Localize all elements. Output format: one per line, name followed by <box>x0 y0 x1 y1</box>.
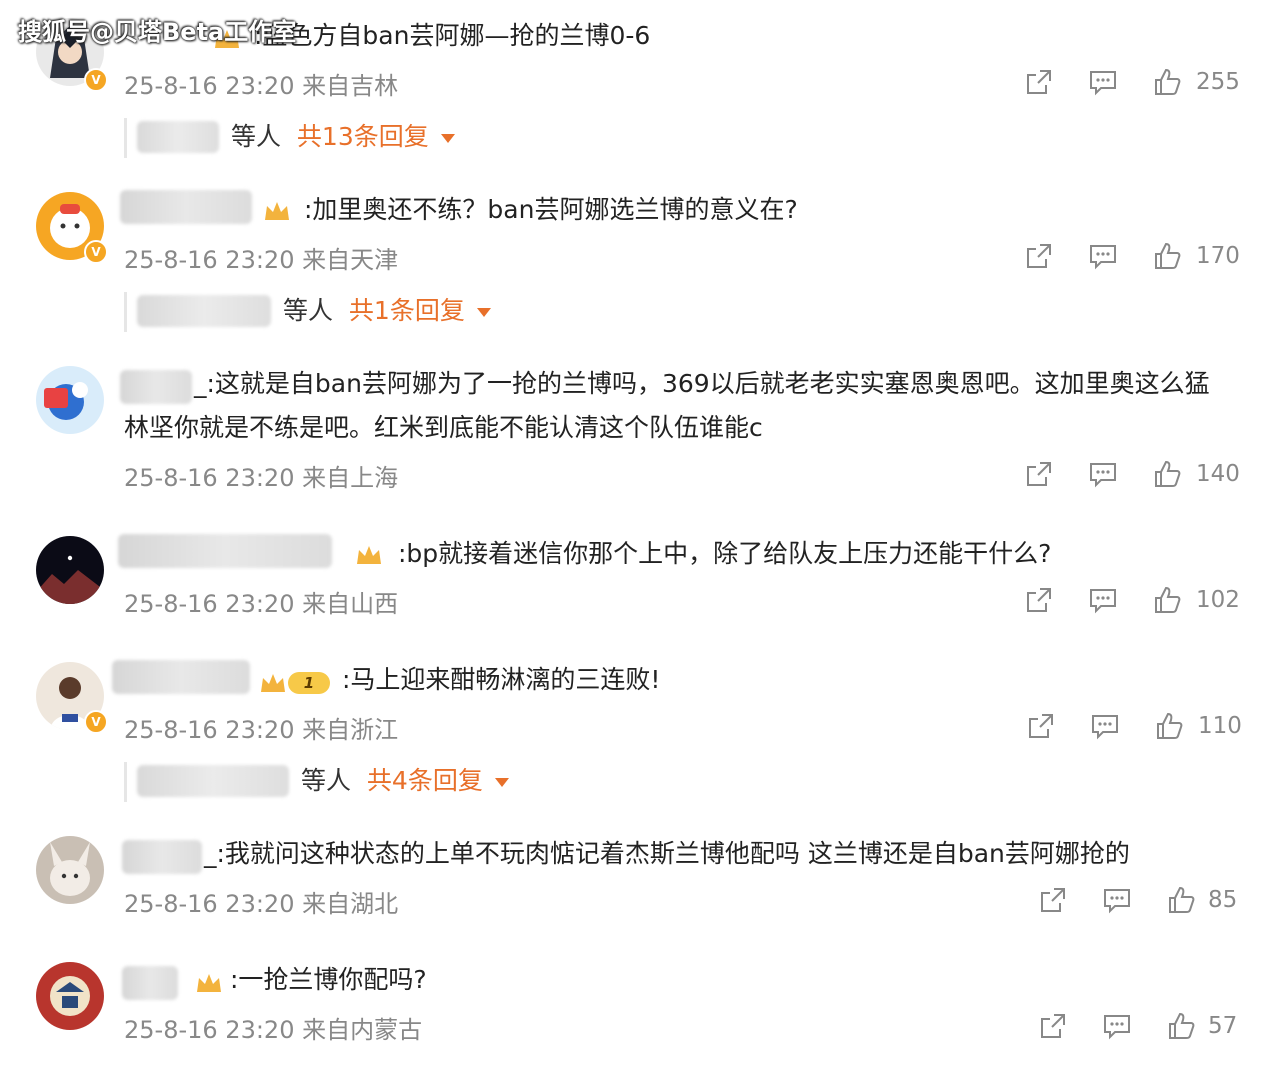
share-icon[interactable] <box>1024 459 1054 489</box>
chevron-down-icon[interactable] <box>476 307 491 317</box>
comment-actions: 255 <box>1024 67 1244 101</box>
avatar[interactable] <box>36 536 104 604</box>
like-icon[interactable] <box>1152 459 1182 489</box>
comment-time: 25-8-16 23:20 <box>124 890 295 918</box>
verified-icon: V <box>84 68 108 92</box>
comment-location: 来自浙江 <box>302 716 399 744</box>
like-icon[interactable] <box>1166 1011 1196 1041</box>
reply-username-blurred <box>137 295 271 327</box>
comment-location: 来自吉林 <box>302 72 399 100</box>
reply-suffix: 等人 <box>231 122 282 151</box>
comment-icon[interactable] <box>1102 1011 1132 1041</box>
comment-actions: 102 <box>1024 585 1244 619</box>
comment-location: 来自天津 <box>302 246 399 274</box>
comment-location: 来自山西 <box>302 590 399 618</box>
username-blurred <box>112 660 250 694</box>
crown-badge-icon <box>265 202 289 220</box>
reply-suffix: 等人 <box>301 766 352 795</box>
reply-preview[interactable]: 等人 共13条回复 <box>124 118 487 158</box>
reply-summary[interactable]: 等人 共4条回复 <box>301 762 509 800</box>
comment-actions: 140 <box>1024 459 1244 493</box>
comment-time: 25-8-16 23:20 <box>124 246 295 274</box>
comment-meta: 25-8-16 23:20 来自湖北 <box>124 884 398 919</box>
avatar[interactable] <box>36 836 104 904</box>
like-icon[interactable] <box>1152 241 1182 271</box>
comment-text: :蓝色方自ban芸阿娜—抢的兰博0-6 <box>254 21 651 50</box>
comment-time: 25-8-16 23:20 <box>124 590 295 618</box>
share-icon[interactable] <box>1024 67 1054 97</box>
comment-icon[interactable] <box>1088 241 1118 271</box>
comment-meta: 25-8-16 23:20 来自内蒙古 <box>124 1010 422 1045</box>
reply-preview[interactable]: 等人 共1条回复 <box>124 292 527 332</box>
like-count: 110 <box>1198 713 1242 739</box>
comment-icon[interactable] <box>1088 67 1118 97</box>
comment-time: 25-8-16 23:20 <box>124 1016 295 1044</box>
share-icon[interactable] <box>1038 1011 1068 1041</box>
comment-time: 25-8-16 23:20 <box>124 464 295 492</box>
like-count: 102 <box>1196 587 1240 613</box>
like-count: 57 <box>1208 1013 1238 1039</box>
chevron-down-icon[interactable] <box>440 133 455 143</box>
reply-preview[interactable]: 等人 共4条回复 <box>124 762 547 802</box>
comment-icon[interactable] <box>1090 711 1120 741</box>
share-icon[interactable] <box>1026 711 1056 741</box>
share-icon[interactable] <box>1024 241 1054 271</box>
comment-icon[interactable] <box>1088 459 1118 489</box>
comment-meta: 25-8-16 23:20 来自上海 <box>124 458 398 493</box>
comment-icon[interactable] <box>1088 585 1118 615</box>
like-count: 85 <box>1208 887 1238 913</box>
verified-icon: V <box>84 710 108 734</box>
comment-actions: 57 <box>1038 1011 1238 1045</box>
comment-time: 25-8-16 23:20 <box>124 72 295 100</box>
reply-username-blurred <box>137 121 219 153</box>
crown-badge-icon <box>197 974 221 992</box>
comment-location: 来自湖北 <box>302 890 399 918</box>
avatar[interactable] <box>36 366 104 434</box>
comment-actions: 170 <box>1024 241 1244 275</box>
comment-meta: 25-8-16 23:20 来自山西 <box>124 584 398 619</box>
comment-actions: 85 <box>1038 885 1238 919</box>
comment-text: _:我就问这种状态的上单不玩肉惦记着杰斯兰博他配吗 这兰博还是自ban芸阿娜抢的 <box>204 839 1130 868</box>
reply-suffix: 等人 <box>283 296 334 325</box>
username-blurred <box>122 966 178 1000</box>
comment-text: :bp就接着迷信你那个上中，除了给队友上压力还能干什么? <box>398 539 1052 568</box>
like-count: 140 <box>1196 461 1240 487</box>
avatar[interactable] <box>36 962 104 1030</box>
comment-meta: 25-8-16 23:20 来自天津 <box>124 240 398 275</box>
comment-time: 25-8-16 23:20 <box>124 716 295 744</box>
comment-text: :一抢兰博你配吗? <box>230 965 427 994</box>
like-count: 170 <box>1196 243 1240 269</box>
comment-location: 来自上海 <box>302 464 399 492</box>
username-blurred <box>122 840 202 874</box>
share-icon[interactable] <box>1024 585 1054 615</box>
reply-count[interactable]: 共1条回复 <box>349 296 465 325</box>
reply-username-blurred <box>137 765 289 797</box>
reply-summary[interactable]: 等人 共1条回复 <box>283 292 491 330</box>
verified-icon: V <box>84 240 108 264</box>
username-blurred <box>118 534 332 568</box>
crown-badge-icon <box>357 546 381 564</box>
like-icon[interactable] <box>1166 885 1196 915</box>
reply-summary[interactable]: 等人 共13条回复 <box>231 118 455 156</box>
comment-text: :加里奥还不练？ban芸阿娜选兰博的意义在? <box>304 195 798 224</box>
like-icon[interactable] <box>1154 711 1184 741</box>
comment-icon[interactable] <box>1102 885 1132 915</box>
comment-text: :马上迎来酣畅淋漓的三连败! <box>342 665 661 694</box>
comment-meta: 25-8-16 23:20 来自浙江 <box>124 710 398 745</box>
comment-location: 来自内蒙古 <box>302 1016 423 1044</box>
share-icon[interactable] <box>1038 885 1068 915</box>
level-badge: 1 <box>288 672 330 694</box>
comment-meta: 25-8-16 23:20 来自吉林 <box>124 66 398 101</box>
comment-text: _:这就是自ban芸阿娜为了一抢的兰博吗，369以后就老老实实塞恩奥恩吧。这加里… <box>124 369 1210 442</box>
reply-count[interactable]: 共4条回复 <box>367 766 483 795</box>
like-count: 255 <box>1196 69 1240 95</box>
comment-actions: 110 <box>1026 711 1246 745</box>
chevron-down-icon[interactable] <box>494 777 509 787</box>
watermark: 搜狐号@贝塔Beta工作室 <box>18 18 297 46</box>
like-icon[interactable] <box>1152 67 1182 97</box>
reply-count[interactable]: 共13条回复 <box>297 122 429 151</box>
crown-badge-icon <box>261 674 285 692</box>
username-blurred <box>120 190 252 224</box>
like-icon[interactable] <box>1152 585 1182 615</box>
